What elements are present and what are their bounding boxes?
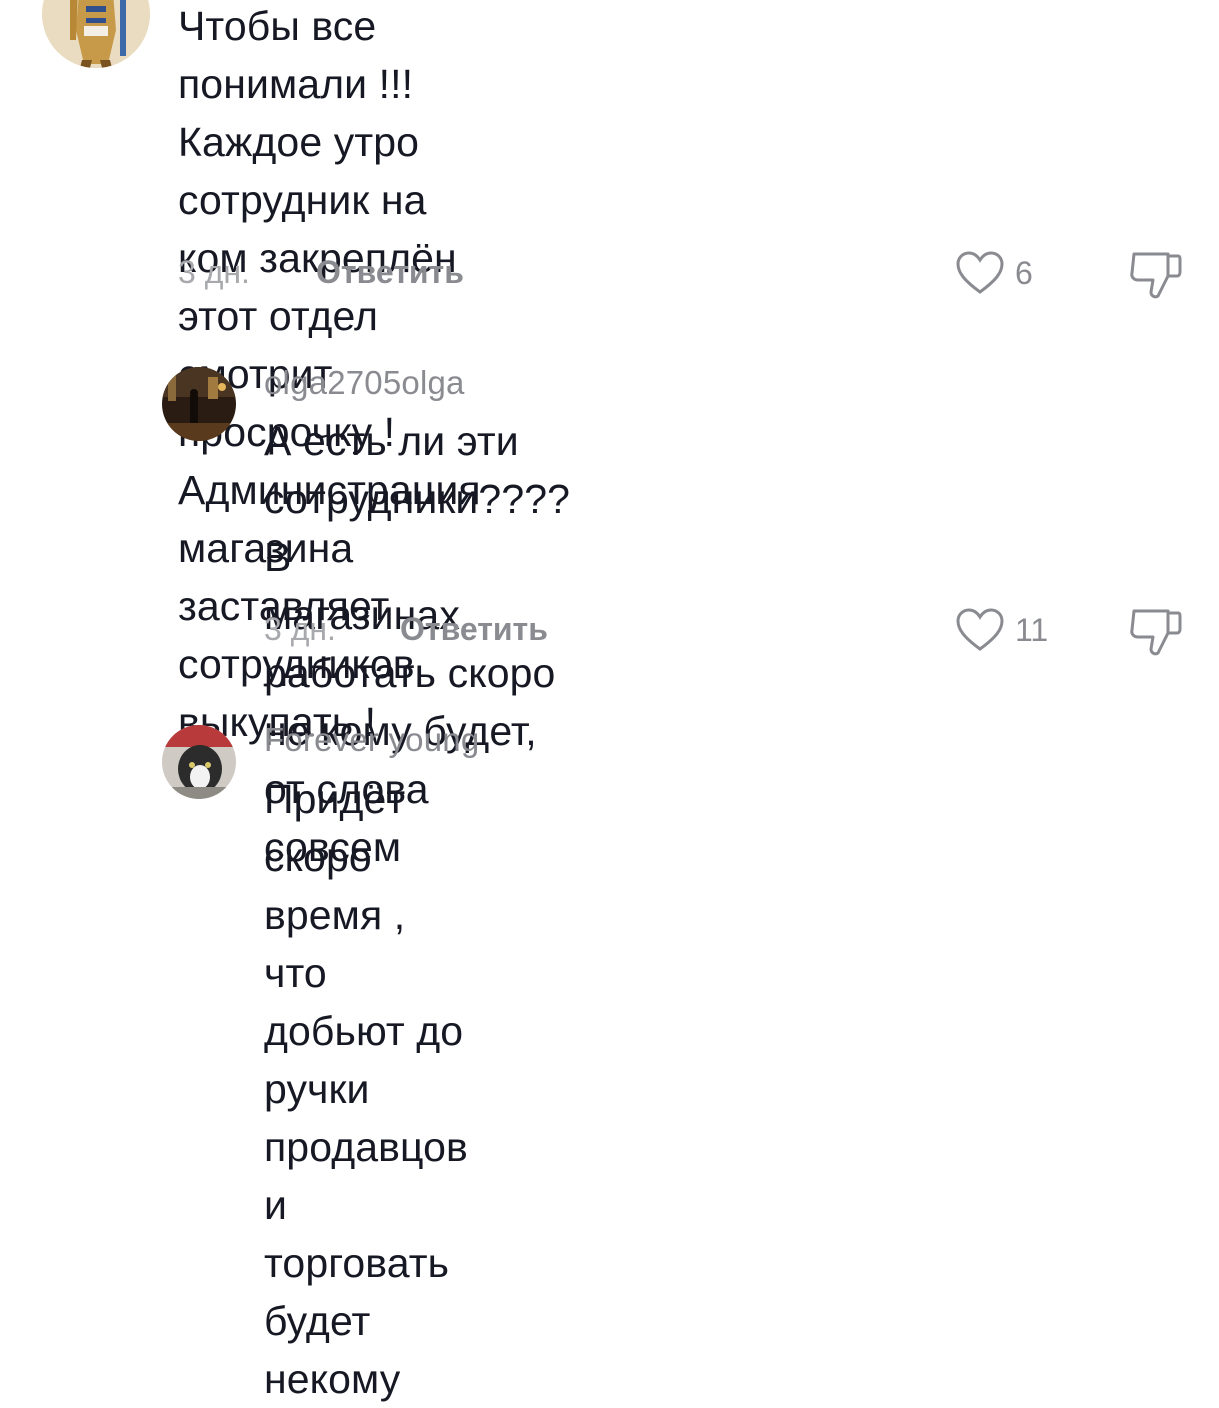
like-count: 11 [1015, 611, 1049, 648]
like-button[interactable]: 11 [955, 607, 1048, 653]
thumbs-down-icon [1130, 609, 1182, 656]
dislike-button[interactable] [1128, 248, 1184, 305]
comment-username[interactable]: Forever young [264, 721, 479, 759]
avatar[interactable] [162, 367, 236, 441]
dislike-button[interactable] [1128, 605, 1184, 662]
dark-street-photo-avatar-icon [162, 367, 236, 441]
reply-button[interactable]: Ответить [400, 611, 548, 648]
avatar[interactable] [42, 0, 150, 68]
heart-outline-icon [956, 251, 1004, 294]
comment-username[interactable]: olga2705olga [264, 364, 465, 402]
pharaoh-figure-avatar-icon [42, 0, 150, 68]
comment-time: 3 дн. [178, 254, 250, 290]
like-count: 6 [1015, 254, 1033, 291]
avatar[interactable] [162, 725, 236, 799]
heart-outline-icon [956, 608, 1004, 651]
like-button[interactable]: 6 [955, 250, 1033, 296]
comment-time: 3 дн. [264, 611, 336, 647]
comment-text: Придёт скоро время , что добьют до ручки… [264, 776, 468, 1402]
cat-photo-avatar-icon [162, 725, 236, 799]
reply-button[interactable]: Ответить [316, 254, 464, 291]
thumbs-down-icon [1130, 252, 1182, 299]
